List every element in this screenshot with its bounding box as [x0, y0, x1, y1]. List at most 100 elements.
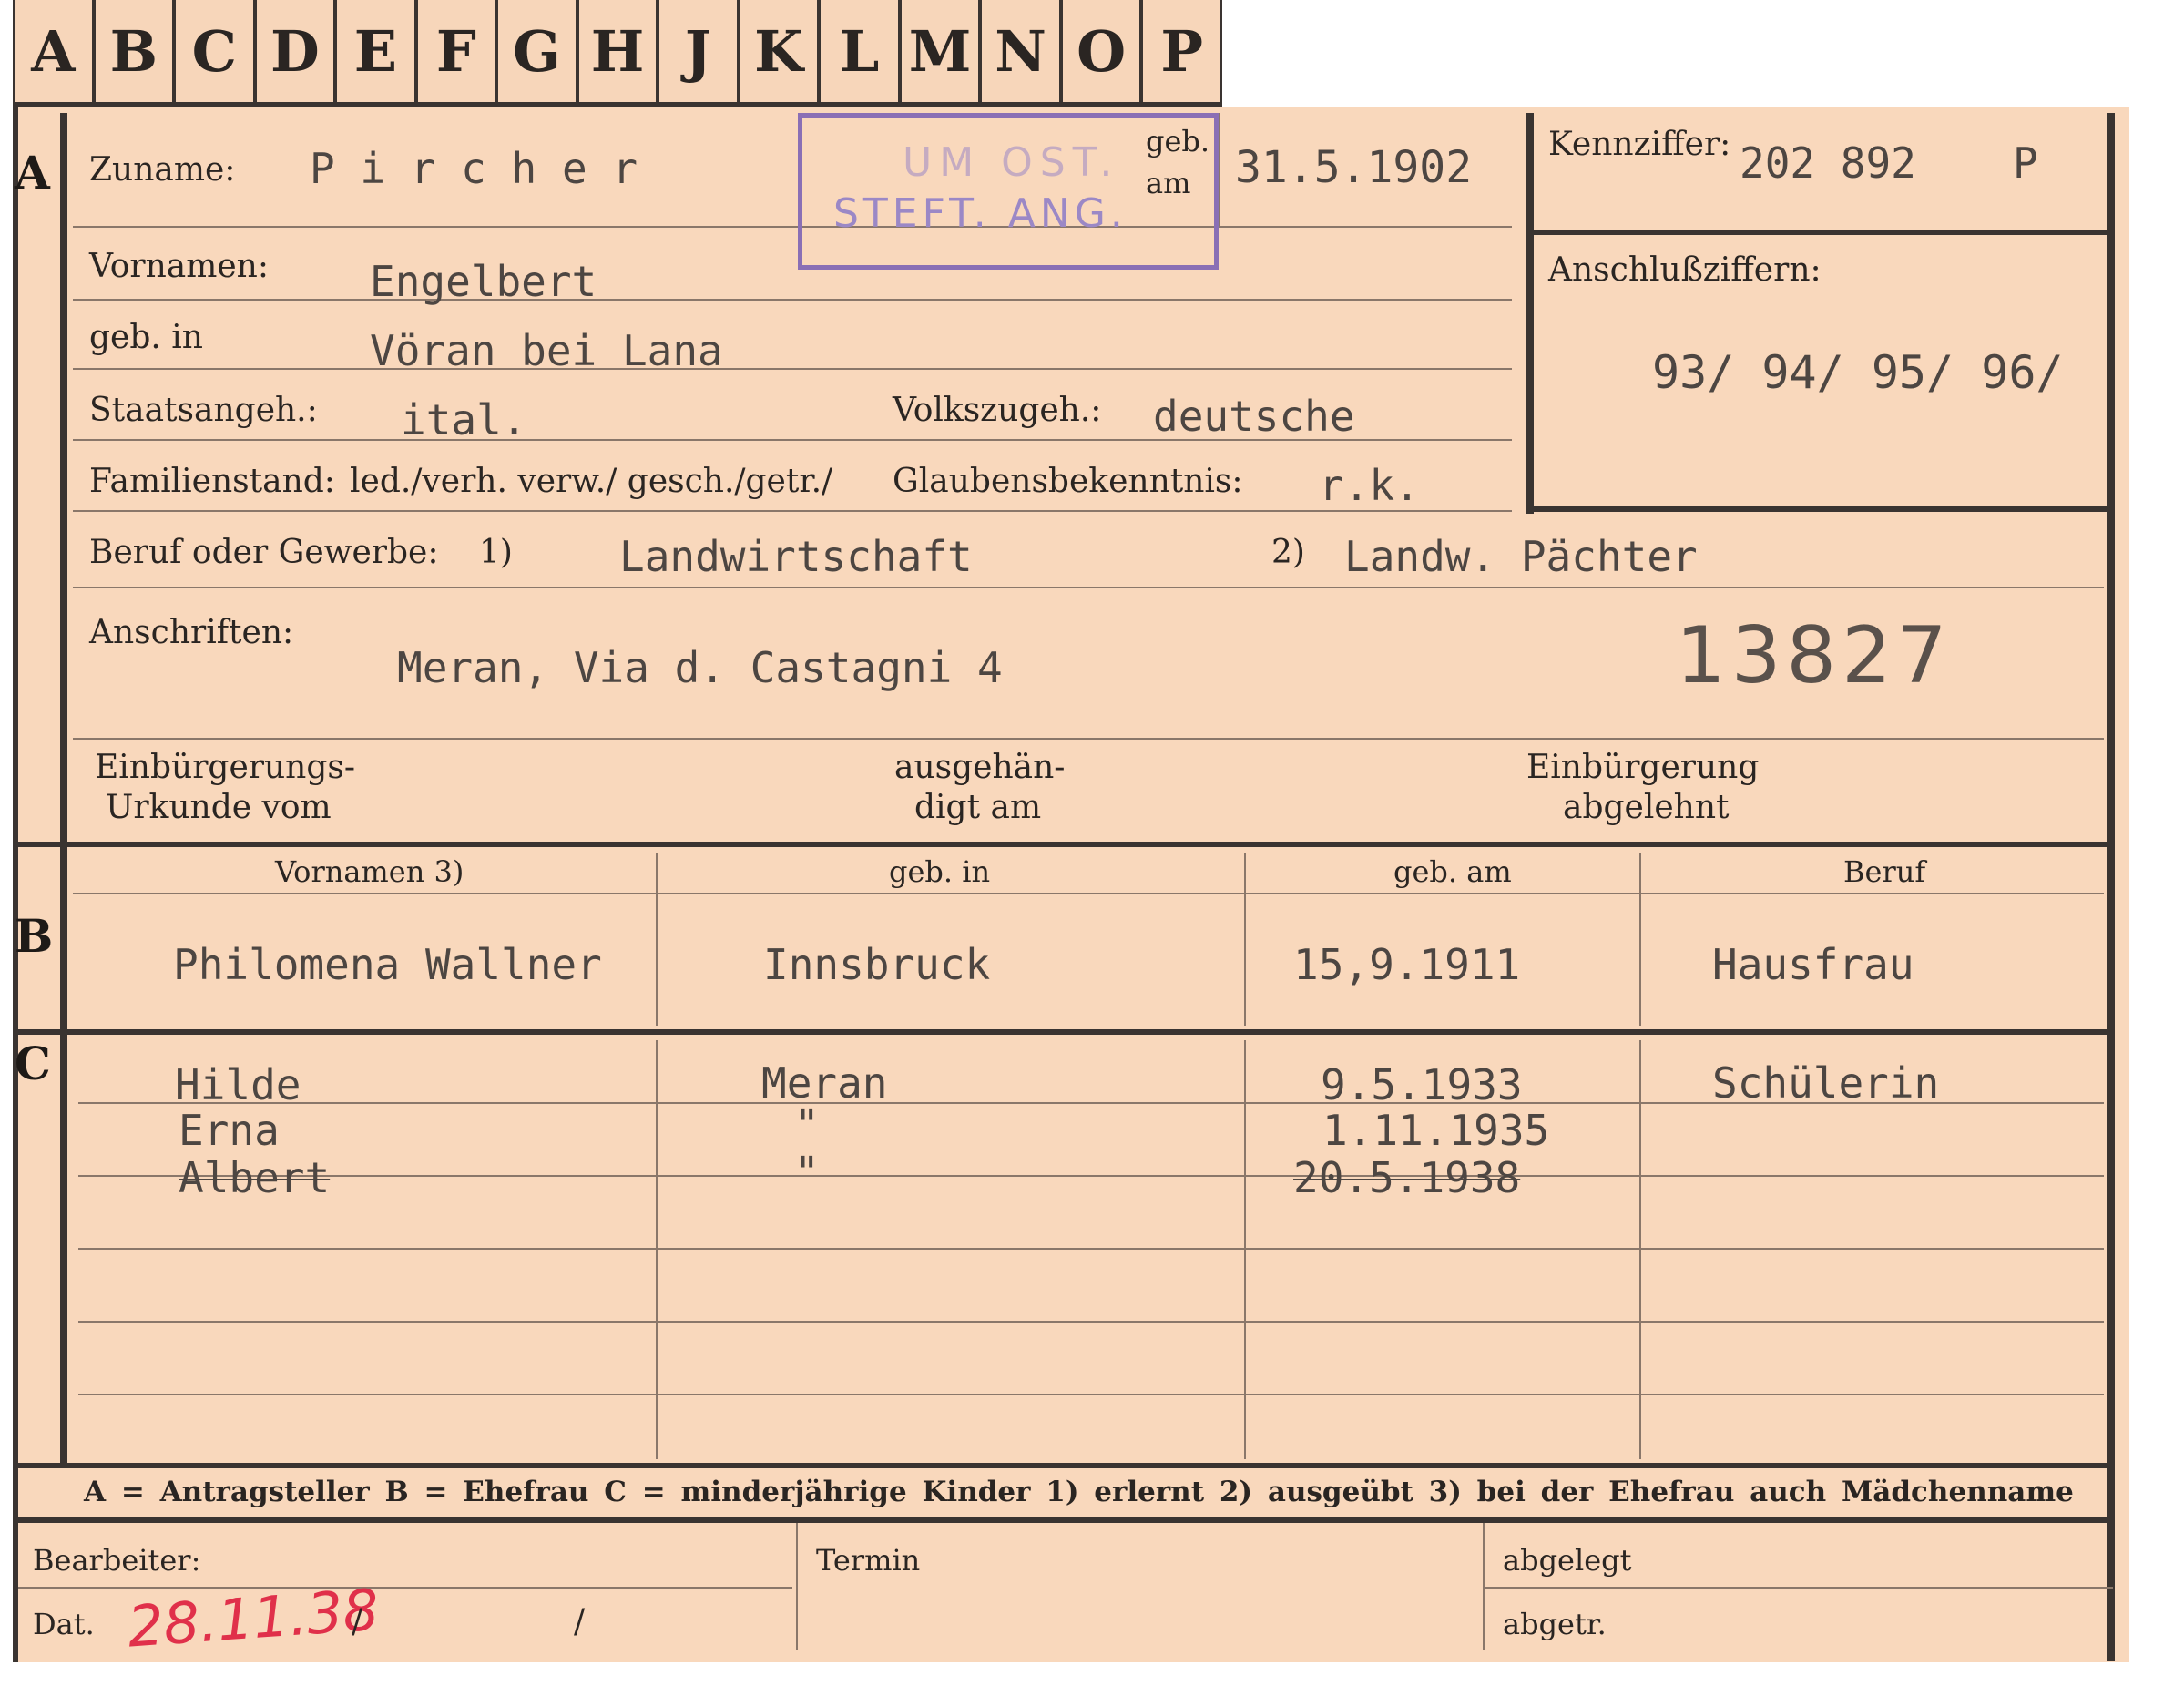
marital-status-label: Familienstand:: [89, 463, 335, 500]
section-b-bottom-rule: [18, 1029, 2113, 1035]
citizenship-label: Staatsangeh.:: [89, 392, 318, 429]
child-1-birthdate: 9.5.1933: [1321, 1060, 1523, 1109]
naturalization-denied-label-1: Einbürgerung: [1526, 749, 1760, 786]
rule: [73, 587, 2104, 588]
filed-label: abgelegt: [1503, 1543, 1632, 1578]
tab-letter: L: [821, 0, 898, 102]
deadline-label: Termin: [816, 1543, 921, 1578]
tab-letter: E: [337, 0, 414, 102]
birthplace-value: Vöran bei Lana: [370, 326, 723, 375]
handed-out-label-2: digt am: [914, 789, 1042, 826]
vornamen-label: Vornamen:: [89, 248, 269, 285]
legend-text: A = Antragsteller B = Ehefrau C = minder…: [84, 1476, 2074, 1508]
child-3-birthplace: ": [794, 1148, 820, 1197]
vornamen-value: Engelbert: [370, 257, 597, 306]
wife-col-birthplace: geb. in: [889, 854, 991, 889]
child-2-birthdate: 1.11.1935: [1322, 1106, 1550, 1155]
surname-label: Zuname:: [89, 151, 236, 189]
tab-letter: G: [498, 0, 576, 102]
rule: [73, 510, 1512, 512]
marital-status-options: led./verh. verw./ gesch./getr./: [350, 463, 833, 500]
registration-number: 13827: [1676, 610, 1953, 701]
surname-value: P i r c h e r: [310, 144, 638, 193]
rule: [78, 1248, 2104, 1250]
child-1-birthplace: Meran: [761, 1058, 888, 1108]
tab-letter: C: [176, 0, 253, 102]
tab-letter: P: [1143, 0, 1220, 102]
section-c-divider: [60, 1035, 67, 1463]
address-value: Meran, Via d. Castagni 4: [397, 643, 1003, 692]
citizenship-value: ital.: [401, 395, 527, 444]
naturalization-doc-label-1: Einbürgerungs-: [95, 749, 356, 786]
date-slash-2: /: [574, 1603, 586, 1640]
tab-letter: J: [659, 0, 737, 102]
occupation-learned-mark: 1): [479, 534, 513, 571]
dob-label-1: geb.: [1146, 124, 1210, 158]
child-2-birthplace: ": [794, 1100, 820, 1150]
rule: [1485, 1587, 2113, 1589]
dob-value: 31.5.1902: [1235, 142, 1473, 193]
wife-birthdate: 15,9.1911: [1293, 940, 1521, 989]
anschluss-value: 93/ 94/ 95/ 96/: [1652, 346, 2064, 399]
handed-out-label-1: ausgehän-: [894, 749, 1066, 786]
address-label: Anschriften:: [89, 614, 294, 651]
tab-letter: N: [982, 0, 1059, 102]
religion-value: r.k.: [1319, 461, 1420, 510]
card-right-border: [2107, 113, 2115, 1661]
anschluss-label: Anschlußziffern:: [1548, 251, 1822, 289]
wife-col-birthdate: geb. am: [1393, 854, 1512, 889]
child-3-birthdate: 20.5.1938: [1293, 1153, 1521, 1202]
naturalization-doc-label-2: Urkunde vom: [106, 789, 332, 826]
rule: [656, 853, 658, 1026]
scan-background: [2129, 0, 2184, 1686]
date-slash-1: /: [352, 1603, 363, 1640]
section-c-letter: C: [15, 1037, 51, 1090]
occupation-label: Beruf oder Gewerbe:: [89, 534, 439, 571]
removed-label: abgetr.: [1503, 1607, 1607, 1641]
rule: [73, 893, 2104, 894]
rule: [78, 1175, 2104, 1177]
child-3-name: Albert: [179, 1153, 331, 1202]
wife-col-names: Vornamen 3): [275, 854, 464, 889]
kennziffer-suffix: P: [2013, 138, 2038, 188]
section-b-divider: [60, 847, 67, 1029]
legend-top-rule: [18, 1463, 2113, 1468]
legend-bottom-rule: [18, 1517, 2113, 1523]
tab-letter: H: [578, 0, 657, 102]
wife-occupation: Hausfrau: [1712, 940, 1914, 989]
wife-col-occupation: Beruf: [1843, 854, 1926, 889]
child-2-name: Erna: [179, 1106, 280, 1155]
child-1-name: Hilde: [175, 1060, 301, 1109]
occupation-practiced-mark: 2): [1271, 534, 1305, 571]
kennziffer-value: 202 892: [1740, 138, 1916, 188]
section-b-letter: B: [15, 909, 54, 963]
rule: [796, 1523, 798, 1650]
rule: [1639, 853, 1641, 1026]
ethnicity-label: Volkszugeh.:: [893, 392, 1102, 429]
rule: [73, 226, 1512, 228]
section-a-letter: A: [15, 146, 50, 199]
tab-letter: B: [95, 0, 173, 102]
kennziffer-label: Kennziffer:: [1548, 126, 1731, 163]
occupation-learned-value: Landwirtschaft: [619, 532, 973, 581]
kennziffer-box-divider: [1526, 230, 2109, 235]
wife-name: Philomena Wallner: [173, 940, 602, 989]
rule: [1244, 853, 1246, 1026]
tab-letter: K: [740, 0, 818, 102]
wife-birthplace: Innsbruck: [763, 940, 991, 989]
rule: [73, 738, 2104, 740]
rule: [73, 299, 1512, 301]
rule: [78, 1321, 2104, 1323]
section-a-divider: [60, 113, 67, 842]
stamp-line-1: UM OST.: [903, 139, 1120, 186]
dob-label-2: am: [1146, 166, 1191, 200]
occupation-practiced-value: Landw. Pächter: [1344, 532, 1698, 581]
kennziffer-box-left: [1526, 113, 1534, 514]
alphabet-tab-strip: A B C D E F G H J K L M N O P: [13, 0, 1222, 107]
child-1-occupation: Schülerin: [1712, 1058, 1940, 1108]
kennziffer-box-bottom: [1526, 506, 2109, 512]
naturalization-denied-label-2: abgelehnt: [1563, 789, 1730, 826]
ethnicity-value: deutsche: [1153, 392, 1355, 441]
rule: [1219, 113, 1220, 226]
rule: [1483, 1523, 1485, 1650]
